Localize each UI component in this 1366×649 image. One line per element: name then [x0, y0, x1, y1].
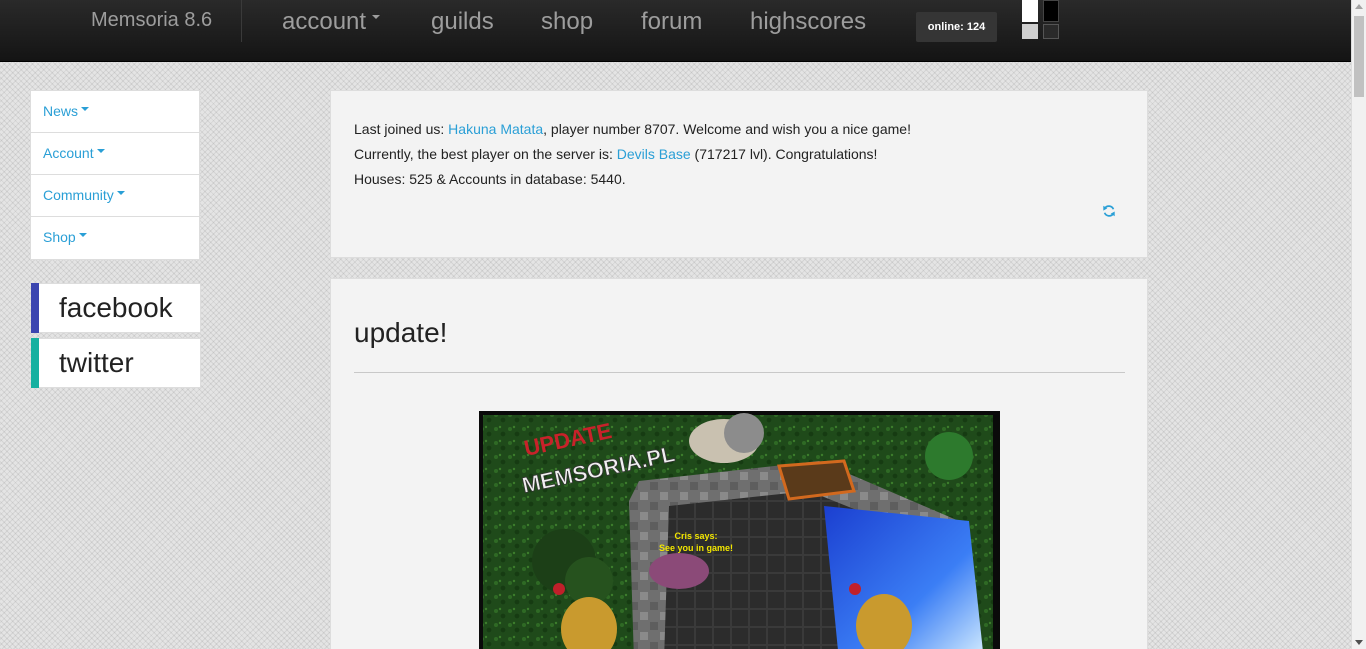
top-navbar: Memsoria 8.6 account guilds shop forum h…	[0, 0, 1351, 62]
game-screenshot: UPDATE MEMSORIA.PL Cris says: See you in…	[483, 413, 993, 649]
caret-down-icon	[372, 14, 381, 19]
nav-highscores[interactable]: highscores	[750, 8, 866, 36]
color-swatch-black[interactable]	[1043, 0, 1059, 22]
color-swatch-white[interactable]	[1022, 0, 1038, 22]
news-divider	[354, 372, 1125, 373]
best-player-prefix: Currently, the best player on the server…	[354, 146, 617, 162]
sidemenu-item-label: Account	[43, 145, 94, 161]
facebook-link[interactable]: facebook	[31, 283, 201, 333]
last-joined-prefix: Last joined us:	[354, 121, 449, 137]
last-joined-line: Last joined us: Hakuna Matata, player nu…	[354, 117, 1124, 142]
best-player-suffix: (717217 lvl). Congratulations!	[690, 146, 878, 162]
navbar-divider	[241, 0, 242, 42]
side-menu: News Account Community Shop	[30, 90, 200, 260]
sidemenu-item-shop[interactable]: Shop	[31, 217, 199, 259]
news-panel: update! UPDATE MEMSORIA.PL Cris says: Se…	[330, 278, 1148, 649]
sidemenu-item-label: Community	[43, 187, 114, 203]
facebook-accent-bar	[31, 283, 39, 333]
server-info-panel: Last joined us: Hakuna Matata, player nu…	[330, 90, 1148, 258]
sidemenu-item-label: Shop	[43, 229, 76, 245]
last-joined-player-link[interactable]: Hakuna Matata	[448, 121, 543, 137]
scroll-up-arrow-icon[interactable]	[1355, 4, 1363, 9]
twitter-accent-bar	[31, 338, 39, 388]
nav-shop[interactable]: shop	[541, 8, 593, 36]
brand-logo[interactable]: Memsoria 8.6	[91, 9, 212, 32]
news-title: update!	[354, 317, 448, 348]
nav-account-label: account	[282, 8, 367, 35]
sidemenu-item-account[interactable]: Account	[31, 133, 199, 175]
scroll-down-arrow-icon[interactable]	[1355, 640, 1363, 645]
speech-name-text: Cris says:	[674, 531, 717, 541]
caret-down-icon	[116, 191, 125, 196]
best-player-line: Currently, the best player on the server…	[354, 142, 1124, 167]
nav-guilds[interactable]: guilds	[431, 8, 494, 36]
sidemenu-item-community[interactable]: Community	[31, 175, 199, 217]
scrollbar-thumb[interactable]	[1354, 16, 1364, 97]
facebook-label: facebook	[59, 292, 173, 323]
twitter-label: twitter	[59, 347, 134, 378]
online-count-badge: online: 124	[916, 12, 997, 42]
page-scrollbar[interactable]	[1351, 0, 1366, 649]
twitter-link[interactable]: twitter	[31, 338, 201, 388]
speech-body-text: See you in game!	[659, 543, 733, 553]
refresh-icon[interactable]	[1102, 204, 1116, 218]
color-swatch-dark[interactable]	[1043, 24, 1059, 39]
nav-account[interactable]: account	[282, 8, 381, 36]
sidemenu-item-label: News	[43, 103, 79, 119]
houses-accounts-line: Houses: 525 & Accounts in database: 5440…	[354, 171, 626, 187]
caret-down-icon	[96, 149, 105, 154]
sidemenu-item-news[interactable]: News	[31, 91, 199, 133]
caret-down-icon	[78, 233, 87, 238]
last-joined-suffix: , player number 8707. Welcome and wish y…	[543, 121, 911, 137]
color-swatch-light[interactable]	[1022, 24, 1038, 39]
caret-down-icon	[81, 107, 90, 112]
news-image: UPDATE MEMSORIA.PL Cris says: See you in…	[479, 411, 1000, 649]
nav-forum[interactable]: forum	[641, 8, 702, 36]
best-player-link[interactable]: Devils Base	[617, 146, 691, 162]
